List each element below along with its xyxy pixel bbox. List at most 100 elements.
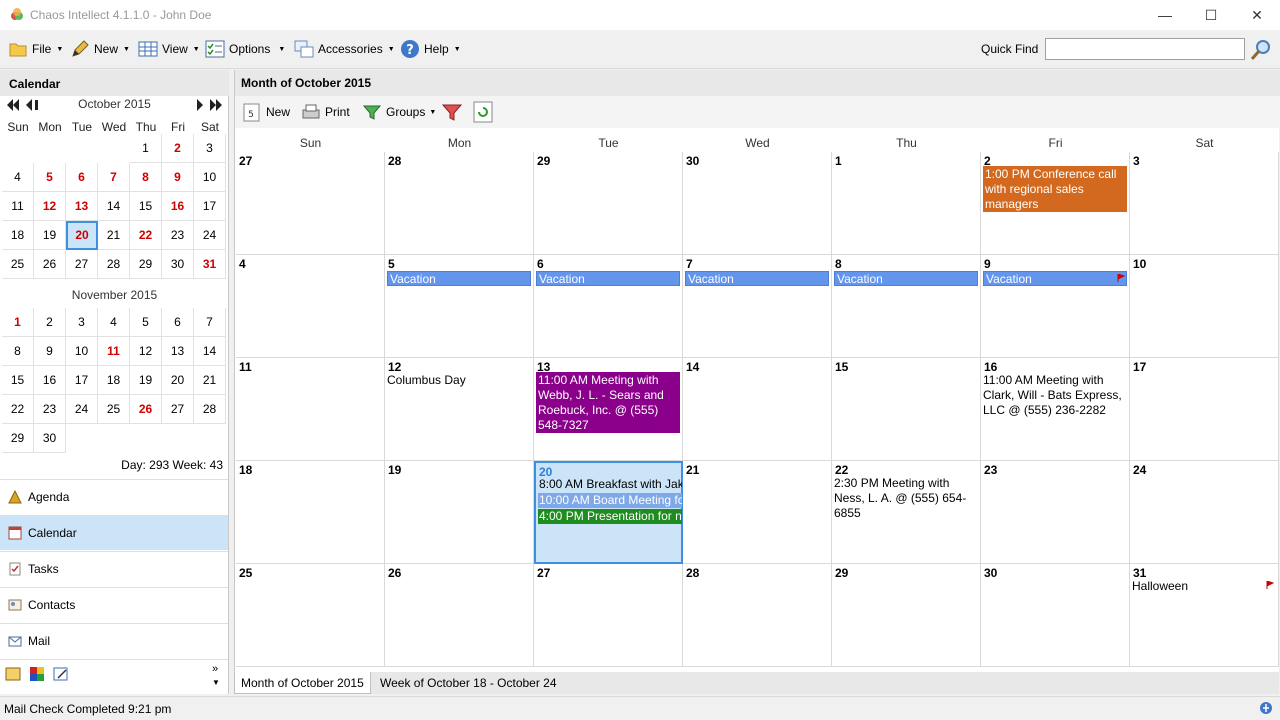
color-palette-icon[interactable] [29, 666, 45, 682]
mini-calendar-day[interactable]: 25 [2, 250, 34, 279]
mini-calendar-day[interactable]: 19 [34, 221, 66, 250]
event-vacation[interactable]: Vacation [685, 271, 829, 286]
mini-calendar-day[interactable]: 20 [162, 366, 194, 395]
day-cell[interactable]: 19 [385, 461, 534, 564]
refresh-icon[interactable] [473, 101, 493, 123]
day-cell[interactable]: 30 [683, 152, 832, 255]
mini-calendar-day[interactable]: 18 [2, 221, 34, 250]
mini-calendar-day[interactable]: 7 [98, 163, 130, 192]
chevron-down-icon[interactable]: ▼ [212, 678, 220, 687]
day-cell[interactable]: 14 [683, 358, 832, 461]
day-cell[interactable]: 27 [534, 564, 683, 667]
mini-calendar-day[interactable]: 2 [34, 308, 66, 337]
mini-calendar-day[interactable]: 29 [130, 250, 162, 279]
mini-calendar-day[interactable]: 24 [66, 395, 98, 424]
day-cell[interactable]: 22 2:30 PM Meeting with Ness, L. A. @ (55… [832, 461, 981, 564]
day-cell[interactable]: 30 [981, 564, 1130, 667]
mini-calendar-day[interactable]: 10 [66, 337, 98, 366]
new-menu[interactable]: New ▼ [70, 38, 130, 60]
mini-calendar-day[interactable]: 13 [162, 337, 194, 366]
event-conference-call[interactable]: 1:00 PM Conference call with regional sa… [983, 166, 1127, 212]
event-meeting-ness[interactable]: 2:30 PM Meeting with Ness, L. A. @ (555)… [834, 476, 978, 521]
mini-calendar-day[interactable]: 14 [194, 337, 226, 366]
mini-calendar-day[interactable]: 26 [34, 250, 66, 279]
mini-calendar-day[interactable]: 5 [130, 308, 162, 337]
day-cell[interactable]: 9 Vacation [981, 255, 1130, 358]
day-cell[interactable]: 16 11:00 AM Meeting with Clark, Will - Ba… [981, 358, 1130, 461]
day-cell[interactable]: 5 Vacation [385, 255, 534, 358]
minimize-button[interactable]: — [1142, 0, 1188, 30]
help-menu[interactable]: ? Help ▼ [400, 38, 461, 60]
search-icon[interactable] [1249, 38, 1273, 62]
mini-calendar-day[interactable]: 8 [130, 163, 162, 192]
event-presentation[interactable]: 4:00 PM Presentation for ne [538, 509, 682, 524]
mini-calendar-day[interactable]: 12 [34, 192, 66, 221]
nav-item-contacts[interactable]: Contacts [0, 587, 228, 622]
maximize-button[interactable]: ☐ [1188, 0, 1234, 30]
day-cell[interactable]: 10 [1130, 255, 1279, 358]
mini-calendar-day[interactable]: 1 [130, 134, 162, 163]
day-cell[interactable]: 7 Vacation [683, 255, 832, 358]
day-cell[interactable]: 25 [236, 564, 385, 667]
mini-calendar-day[interactable]: 22 [130, 221, 162, 250]
mini-calendar-day[interactable]: 3 [194, 134, 226, 163]
mini-calendar-day[interactable]: 24 [194, 221, 226, 250]
day-cell[interactable]: 8 Vacation [832, 255, 981, 358]
mini-calendar-day[interactable]: 1 [2, 308, 34, 337]
mini-calendar-day[interactable]: 26 [130, 395, 162, 424]
day-cell[interactable]: 26 [385, 564, 534, 667]
mini-calendar-day[interactable]: 9 [34, 337, 66, 366]
mini-calendar-day[interactable]: 21 [194, 366, 226, 395]
notes-icon[interactable] [53, 666, 69, 682]
mini-calendar-day[interactable]: 10 [194, 163, 226, 192]
event-vacation[interactable]: Vacation [387, 271, 531, 286]
mini-calendar-day[interactable]: 14 [98, 192, 130, 221]
event-columbus-day[interactable]: Columbus Day [387, 373, 531, 388]
event-halloween[interactable]: Halloween [1132, 579, 1276, 594]
mini-calendar-day[interactable]: 29 [2, 424, 34, 453]
day-cell[interactable]: 18 [236, 461, 385, 564]
file-menu[interactable]: File ▼ [8, 38, 63, 60]
close-button[interactable]: ✕ [1234, 0, 1280, 30]
mini-calendar-day[interactable]: 31 [194, 250, 226, 279]
quick-find-input[interactable] [1045, 38, 1245, 60]
day-cell[interactable]: 3 [1130, 152, 1279, 255]
day-cell[interactable]: 27 [236, 152, 385, 255]
mini-calendar-day[interactable]: 19 [130, 366, 162, 395]
day-cell[interactable]: 20 8:00 AM Breakfast with Jake 10:00 AM Bo… [534, 461, 683, 564]
day-cell[interactable]: 15 [832, 358, 981, 461]
mini-calendar-day[interactable]: 18 [98, 366, 130, 395]
day-cell[interactable]: 28 [385, 152, 534, 255]
mini-calendar-day[interactable]: 27 [66, 250, 98, 279]
day-cell[interactable]: 23 [981, 461, 1130, 564]
accessories-menu[interactable]: Accessories ▼ [294, 38, 395, 60]
day-cell[interactable]: 17 [1130, 358, 1279, 461]
mini-calendar-day[interactable]: 21 [98, 221, 130, 250]
day-cell[interactable]: 2 1:00 PM Conference call with regional s… [981, 152, 1130, 255]
mini-calendar-day[interactable]: 5 [34, 163, 66, 192]
day-cell[interactable]: 24 [1130, 461, 1279, 564]
day-cell[interactable]: 11 [236, 358, 385, 461]
mini-calendar-day[interactable]: 25 [98, 395, 130, 424]
mini-calendar-day[interactable]: 17 [66, 366, 98, 395]
mini-calendar-day[interactable]: 30 [162, 250, 194, 279]
mini-calendar-day[interactable]: 15 [130, 192, 162, 221]
mini-calendar-day[interactable]: 30 [34, 424, 66, 453]
day-cell[interactable]: 31 Halloween [1130, 564, 1279, 667]
tab-week[interactable]: Week of October 18 - October 24 [374, 672, 563, 694]
mini-calendar-day[interactable]: 7 [194, 308, 226, 337]
mini-calendar-day[interactable]: 20 [66, 221, 98, 250]
mini-calendar-day[interactable]: 16 [162, 192, 194, 221]
mini-calendar-day[interactable]: 11 [98, 337, 130, 366]
print-button[interactable]: Print [301, 101, 350, 123]
event-board-meeting[interactable]: 10:00 AM Board Meeting fo [538, 493, 682, 508]
day-cell[interactable]: 4 [236, 255, 385, 358]
groups-menu[interactable]: Groups ▼ [362, 101, 436, 123]
new-appointment-button[interactable]: 5 New [242, 101, 290, 123]
nav-item-agenda[interactable]: Agenda [0, 479, 228, 514]
chevron-right-icon[interactable]: » [212, 663, 218, 675]
event-vacation[interactable]: Vacation [834, 271, 978, 286]
nav-item-calendar[interactable]: Calendar [0, 515, 228, 550]
event-meeting-clark[interactable]: 11:00 AM Meeting with Clark, Will - Bats… [983, 373, 1127, 418]
mini-calendar-day[interactable]: 12 [130, 337, 162, 366]
